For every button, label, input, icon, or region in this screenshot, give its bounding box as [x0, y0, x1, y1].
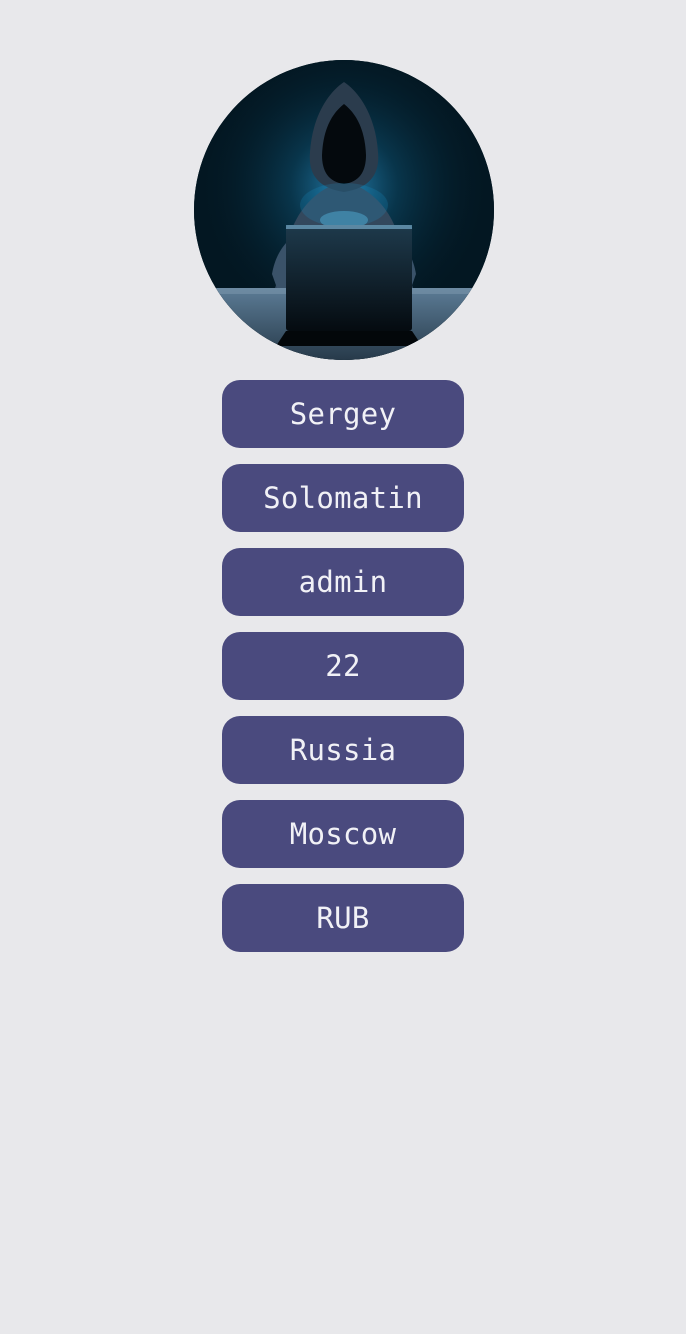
first-name-button[interactable]: Sergey — [222, 380, 464, 448]
city-button[interactable]: Moscow — [222, 800, 464, 868]
age-button[interactable]: 22 — [222, 632, 464, 700]
last-name-button[interactable]: Solomatin — [222, 464, 464, 532]
profile-avatar — [194, 60, 494, 360]
country-button[interactable]: Russia — [222, 716, 464, 784]
hooded-hacker-avatar-icon — [194, 60, 494, 360]
role-button[interactable]: admin — [222, 548, 464, 616]
profile-fields: Sergey Solomatin admin 22 Russia Moscow … — [222, 380, 464, 968]
currency-button[interactable]: RUB — [222, 884, 464, 952]
